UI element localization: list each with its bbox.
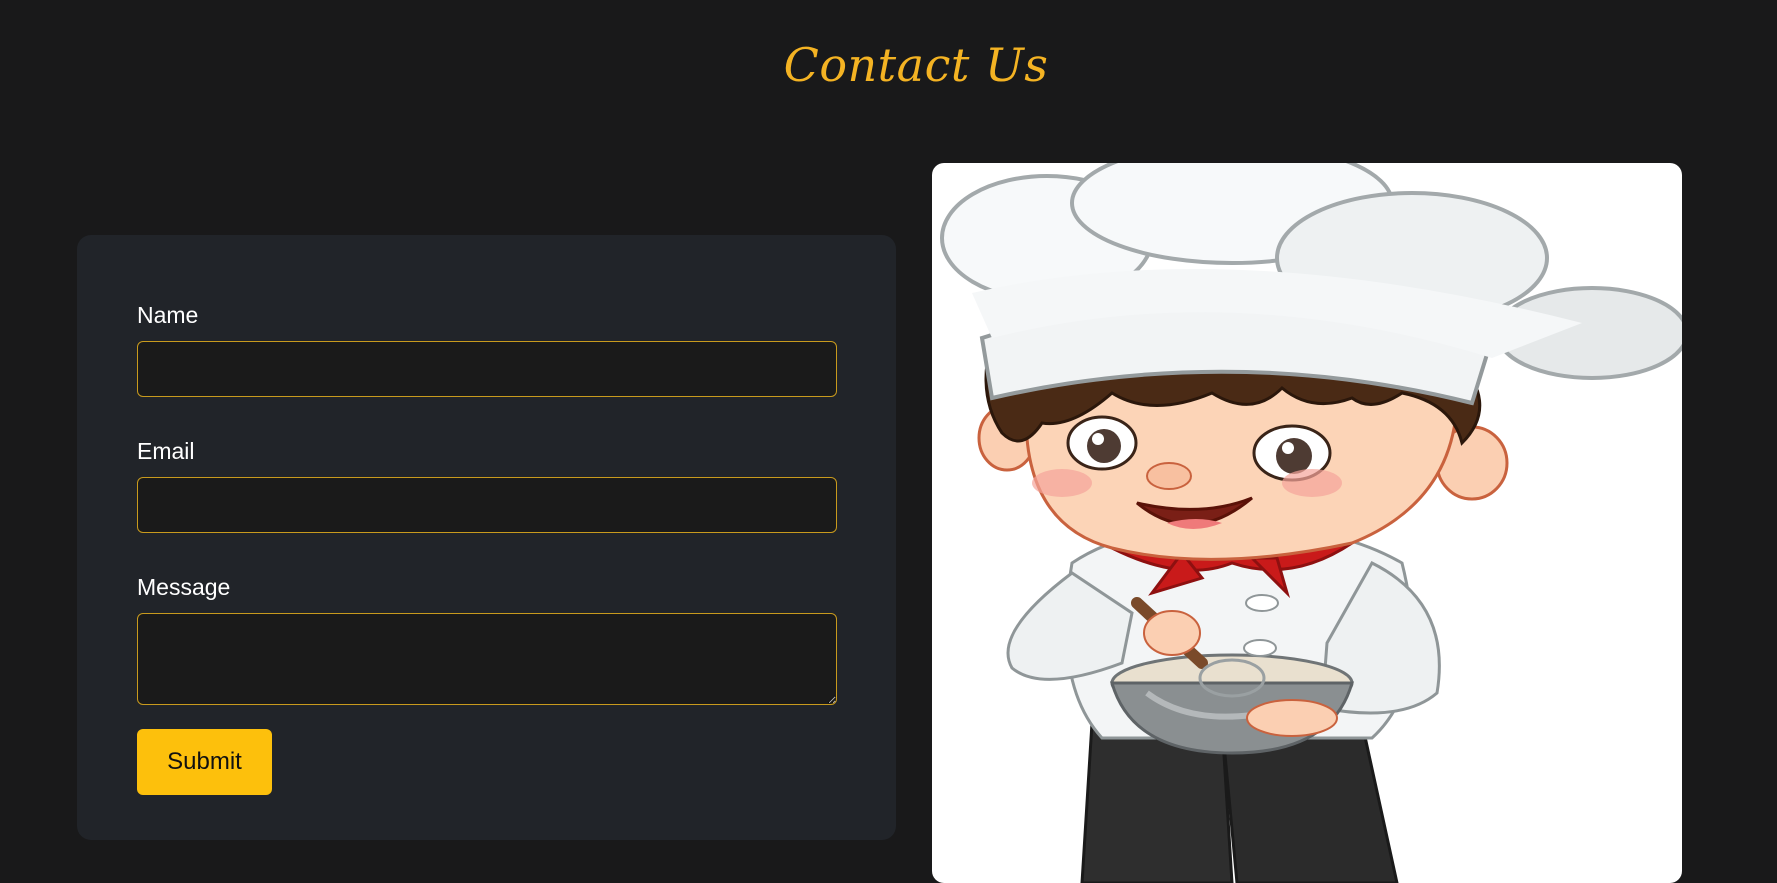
- contact-form-card: Name Email Message Submit: [77, 235, 896, 840]
- page-title: Contact Us: [783, 38, 1049, 92]
- chef-illustration: [932, 163, 1682, 883]
- submit-button[interactable]: Submit: [137, 729, 272, 795]
- email-label: Email: [137, 438, 195, 464]
- message-label: Message: [137, 574, 231, 600]
- email-input[interactable]: [137, 477, 837, 533]
- name-input[interactable]: [137, 341, 837, 397]
- name-label: Name: [137, 302, 199, 328]
- message-textarea[interactable]: [137, 613, 837, 705]
